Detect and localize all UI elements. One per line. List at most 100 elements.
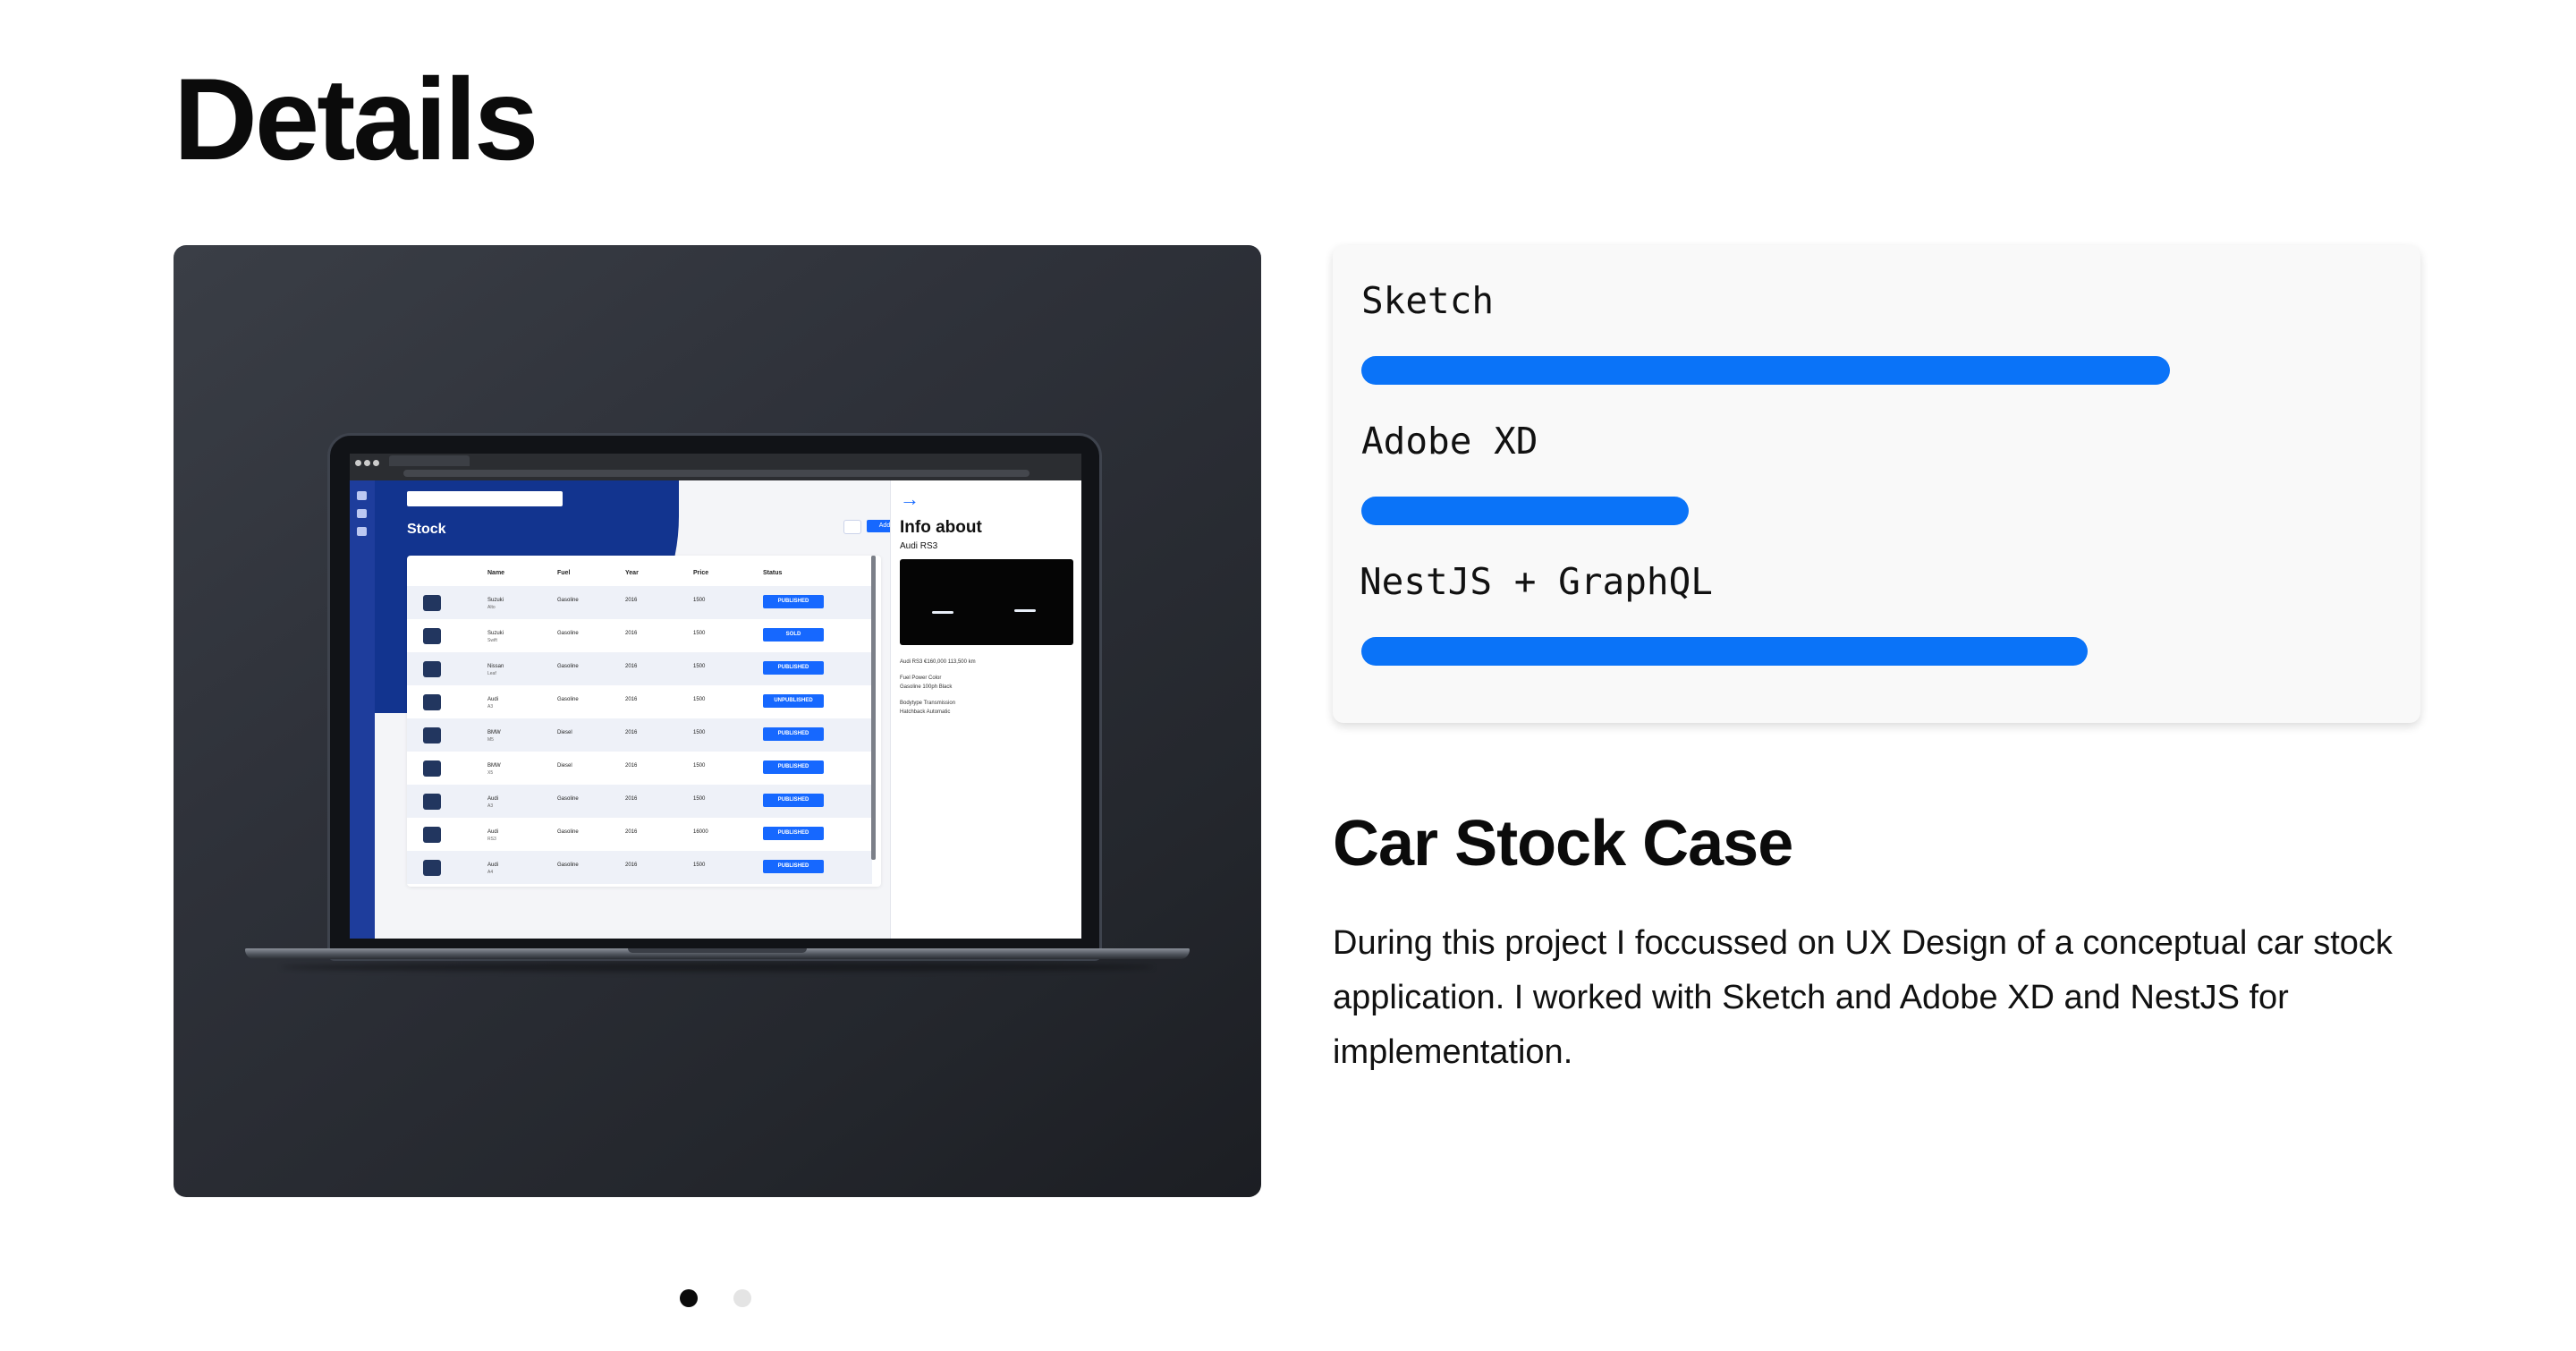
app-filter-button bbox=[843, 520, 861, 534]
skill-name-sketch: Sketch bbox=[1361, 279, 1495, 322]
status-badge: PUBLISHED bbox=[763, 827, 824, 840]
car-photo bbox=[900, 559, 1073, 645]
table-row: Audi Gasoline 2016 16000 PUBLISHED RS3 bbox=[407, 818, 872, 851]
laptop-notch bbox=[628, 948, 807, 953]
row-name: Audi bbox=[487, 697, 499, 702]
panel-meta: Gasoline 100ph Black bbox=[900, 684, 953, 690]
row-name: Suzuki bbox=[487, 598, 504, 603]
row-name: Suzuki bbox=[487, 631, 504, 636]
row-model: Swift bbox=[487, 638, 497, 643]
skill-bar-track bbox=[1361, 497, 2385, 525]
status-badge: PUBLISHED bbox=[763, 860, 824, 873]
settings-icon bbox=[357, 527, 367, 536]
skill-bar-track bbox=[1361, 356, 2385, 385]
panel-meta: Hatchback Automatic bbox=[900, 709, 951, 715]
row-fuel: Gasoline bbox=[557, 598, 579, 603]
panel-subtitle: Audi RS3 bbox=[900, 541, 938, 551]
address-bar bbox=[403, 470, 1030, 477]
row-thumbnail bbox=[423, 595, 441, 611]
arrow-right-icon: → bbox=[900, 488, 919, 510]
table-row: Audi Gasoline 2016 1500 PUBLISHED A4 bbox=[407, 851, 872, 884]
row-price: 1500 bbox=[693, 664, 706, 669]
row-fuel: Gasoline bbox=[557, 796, 579, 802]
panel-meta: Bodytype Transmission bbox=[900, 701, 956, 706]
carousel-pagination bbox=[680, 1289, 751, 1311]
row-thumbnail bbox=[423, 694, 441, 710]
row-name: BMW bbox=[487, 763, 501, 769]
laptop-shadow bbox=[281, 963, 1154, 972]
row-fuel: Gasoline bbox=[557, 664, 579, 669]
row-fuel: Diesel bbox=[557, 730, 572, 735]
project-image-card[interactable]: Stock Add Name Fuel Year Price Status Su… bbox=[174, 245, 1261, 1197]
skill-name-adobe-xd: Adobe XD bbox=[1361, 420, 1538, 463]
row-year: 2016 bbox=[625, 730, 638, 735]
window-dot bbox=[373, 460, 379, 466]
panel-title: Info about bbox=[900, 518, 982, 537]
row-price: 1500 bbox=[693, 631, 706, 636]
row-fuel: Gasoline bbox=[557, 829, 579, 835]
row-model: RS3 bbox=[487, 837, 496, 842]
table-row: BMW Diesel 2016 1500 PUBLISHED M5 bbox=[407, 718, 872, 752]
app-stock-table: Name Fuel Year Price Status Suzuki Gasoli… bbox=[407, 556, 881, 887]
laptop-mockup: Stock Add Name Fuel Year Price Status Su… bbox=[245, 433, 1190, 972]
row-thumbnail bbox=[423, 628, 441, 644]
row-price: 16000 bbox=[693, 829, 708, 835]
row-model: X5 bbox=[487, 770, 494, 776]
window-dot bbox=[364, 460, 370, 466]
row-price: 1500 bbox=[693, 598, 706, 603]
row-year: 2016 bbox=[625, 664, 638, 669]
table-row: BMW Diesel 2016 1500 PUBLISHED X5 bbox=[407, 752, 872, 785]
app-info-panel: → Info about Audi RS3 Audi RS3 €160,000 … bbox=[890, 480, 1081, 939]
skills-card: Sketch Adobe XD NestJS + GraphQL bbox=[1333, 245, 2420, 723]
row-price: 1500 bbox=[693, 763, 706, 769]
row-name: Audi bbox=[487, 796, 499, 802]
table-row: Suzuki Gasoline 2016 1500 SOLD Swift bbox=[407, 619, 872, 652]
table-row: Suzuki Gasoline 2016 1500 PUBLISHED Alto bbox=[407, 586, 872, 619]
status-badge: PUBLISHED bbox=[763, 661, 824, 675]
row-model: A3 bbox=[487, 803, 494, 809]
app-title: Stock bbox=[407, 522, 446, 537]
row-thumbnail bbox=[423, 760, 441, 777]
row-year: 2016 bbox=[625, 796, 638, 802]
browser-tab bbox=[389, 455, 470, 466]
laptop-base bbox=[245, 948, 1190, 959]
row-year: 2016 bbox=[625, 697, 638, 702]
table-row: Nissan Gasoline 2016 1500 PUBLISHED Leaf bbox=[407, 652, 872, 685]
skill-bar-sketch bbox=[1361, 356, 2170, 385]
row-thumbnail bbox=[423, 794, 441, 810]
carousel-dot-2[interactable] bbox=[733, 1289, 751, 1307]
app-scrollbar bbox=[871, 556, 876, 860]
carousel-dot-1[interactable] bbox=[680, 1289, 698, 1307]
column-header: Name bbox=[487, 570, 505, 576]
row-price: 1500 bbox=[693, 796, 706, 802]
row-price: 1500 bbox=[693, 862, 706, 868]
row-model: M5 bbox=[487, 737, 494, 743]
row-fuel: Gasoline bbox=[557, 862, 579, 868]
row-thumbnail bbox=[423, 860, 441, 876]
row-name: Audi bbox=[487, 862, 499, 868]
column-header: Year bbox=[625, 570, 639, 576]
laptop-screen: Stock Add Name Fuel Year Price Status Su… bbox=[350, 454, 1081, 939]
row-thumbnail bbox=[423, 661, 441, 677]
row-fuel: Diesel bbox=[557, 763, 572, 769]
chart-icon bbox=[357, 491, 367, 500]
row-name: Nissan bbox=[487, 664, 504, 669]
project-description: During this project I foccussed on UX De… bbox=[1333, 924, 2393, 1071]
column-header: Fuel bbox=[557, 570, 571, 576]
skill-bar-track bbox=[1361, 637, 2385, 666]
row-year: 2016 bbox=[625, 829, 638, 835]
row-year: 2016 bbox=[625, 598, 638, 603]
row-name: Audi bbox=[487, 829, 499, 835]
status-badge: PUBLISHED bbox=[763, 727, 824, 741]
app-sidebar bbox=[350, 480, 375, 939]
project-title: Car Stock Case bbox=[1333, 808, 1793, 879]
row-model: A3 bbox=[487, 704, 494, 709]
row-price: 1500 bbox=[693, 730, 706, 735]
skill-name-nestjs-graphql: NestJS + GraphQL bbox=[1360, 560, 1713, 603]
skill-bar-adobe-xd bbox=[1361, 497, 1690, 525]
row-year: 2016 bbox=[625, 631, 638, 636]
status-badge: UNPUBLISHED bbox=[763, 694, 824, 708]
table-row: Audi Gasoline 2016 1500 PUBLISHED A3 bbox=[407, 785, 872, 818]
row-thumbnail bbox=[423, 727, 441, 743]
app-table-header: Name Fuel Year Price Status bbox=[407, 556, 872, 584]
